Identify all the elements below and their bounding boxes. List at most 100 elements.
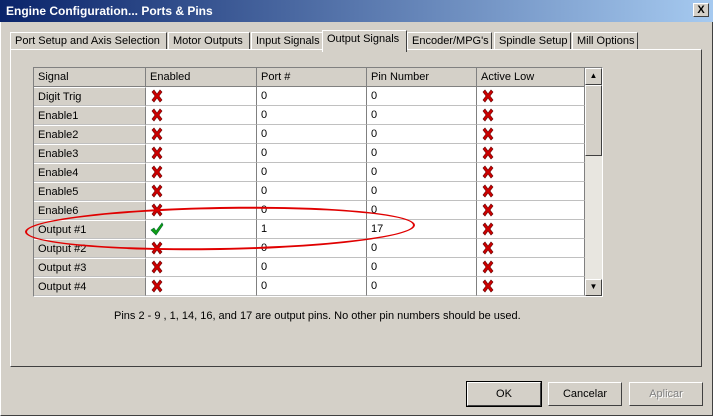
active-low-cell[interactable] bbox=[477, 125, 585, 144]
table-row[interactable]: Enable5 0 0 bbox=[34, 182, 585, 201]
pin-number-cell[interactable]: 0 bbox=[367, 87, 477, 106]
pin-number-cell[interactable]: 0 bbox=[367, 201, 477, 220]
enabled-cell[interactable] bbox=[146, 87, 257, 106]
signal-cell[interactable]: Output #1 bbox=[34, 220, 146, 239]
signal-cell[interactable]: Enable1 bbox=[34, 106, 146, 125]
table-row[interactable]: Enable4 0 0 bbox=[34, 163, 585, 182]
red-x-icon[interactable] bbox=[481, 260, 495, 274]
red-x-icon[interactable] bbox=[481, 279, 495, 293]
active-low-cell[interactable] bbox=[477, 87, 585, 106]
port-cell[interactable]: 0 bbox=[257, 239, 367, 258]
enabled-cell[interactable] bbox=[146, 258, 257, 277]
red-x-icon[interactable] bbox=[481, 89, 495, 103]
signal-cell[interactable]: Output #2 bbox=[34, 239, 146, 258]
red-x-icon[interactable] bbox=[150, 260, 164, 274]
enabled-cell[interactable] bbox=[146, 201, 257, 220]
pin-number-cell[interactable]: 17 bbox=[367, 220, 477, 239]
tab-input-signals[interactable]: Input Signals bbox=[251, 32, 323, 50]
active-low-cell[interactable] bbox=[477, 182, 585, 201]
enabled-cell[interactable] bbox=[146, 182, 257, 201]
signal-cell[interactable]: Digit Trig bbox=[34, 87, 146, 106]
port-cell[interactable]: 0 bbox=[257, 182, 367, 201]
red-x-icon[interactable] bbox=[150, 241, 164, 255]
port-cell[interactable]: 0 bbox=[257, 201, 367, 220]
close-button[interactable]: X bbox=[693, 3, 709, 17]
signal-cell[interactable]: Enable4 bbox=[34, 163, 146, 182]
port-cell[interactable]: 0 bbox=[257, 277, 367, 296]
enabled-cell[interactable] bbox=[146, 144, 257, 163]
tab-motor-outputs[interactable]: Motor Outputs bbox=[168, 32, 250, 50]
enabled-cell[interactable] bbox=[146, 125, 257, 144]
column-header-signal[interactable]: Signal bbox=[34, 68, 146, 87]
output-signals-grid[interactable]: Signal Enabled Port # Pin Number Active … bbox=[33, 67, 603, 297]
red-x-icon[interactable] bbox=[481, 127, 495, 141]
column-header-active-low[interactable]: Active Low bbox=[477, 68, 585, 87]
enabled-cell[interactable] bbox=[146, 220, 257, 239]
red-x-icon[interactable] bbox=[481, 184, 495, 198]
tab-port-setup[interactable]: Port Setup and Axis Selection bbox=[10, 32, 167, 50]
red-x-icon[interactable] bbox=[481, 222, 495, 236]
green-check-icon[interactable] bbox=[150, 222, 164, 236]
column-header-pin-number[interactable]: Pin Number bbox=[367, 68, 477, 87]
enabled-cell[interactable] bbox=[146, 106, 257, 125]
red-x-icon[interactable] bbox=[150, 165, 164, 179]
active-low-cell[interactable] bbox=[477, 144, 585, 163]
table-row[interactable]: Enable3 0 0 bbox=[34, 144, 585, 163]
signal-cell[interactable]: Output #3 bbox=[34, 258, 146, 277]
red-x-icon[interactable] bbox=[150, 89, 164, 103]
port-cell[interactable]: 0 bbox=[257, 87, 367, 106]
table-row[interactable]: Enable2 0 0 bbox=[34, 125, 585, 144]
column-header-port[interactable]: Port # bbox=[257, 68, 367, 87]
red-x-icon[interactable] bbox=[481, 108, 495, 122]
active-low-cell[interactable] bbox=[477, 106, 585, 125]
signal-cell[interactable]: Enable5 bbox=[34, 182, 146, 201]
tab-mill-options[interactable]: Mill Options bbox=[572, 32, 638, 50]
column-header-enabled[interactable]: Enabled bbox=[146, 68, 257, 87]
table-row[interactable]: Enable6 0 0 bbox=[34, 201, 585, 220]
enabled-cell[interactable] bbox=[146, 277, 257, 296]
red-x-icon[interactable] bbox=[481, 165, 495, 179]
tab-output-signals[interactable]: Output Signals bbox=[322, 30, 407, 52]
active-low-cell[interactable] bbox=[477, 220, 585, 239]
pin-number-cell[interactable]: 0 bbox=[367, 277, 477, 296]
scroll-thumb[interactable] bbox=[585, 85, 602, 156]
pin-number-cell[interactable]: 0 bbox=[367, 106, 477, 125]
port-cell[interactable]: 0 bbox=[257, 163, 367, 182]
port-cell[interactable]: 0 bbox=[257, 144, 367, 163]
signal-cell[interactable]: Enable3 bbox=[34, 144, 146, 163]
enabled-cell[interactable] bbox=[146, 239, 257, 258]
table-row[interactable]: Digit Trig 0 0 bbox=[34, 87, 585, 106]
scroll-down-arrow-icon[interactable]: ▼ bbox=[585, 279, 602, 296]
active-low-cell[interactable] bbox=[477, 239, 585, 258]
port-cell[interactable]: 0 bbox=[257, 125, 367, 144]
pin-number-cell[interactable]: 0 bbox=[367, 144, 477, 163]
port-cell[interactable]: 1 bbox=[257, 220, 367, 239]
pin-number-cell[interactable]: 0 bbox=[367, 125, 477, 144]
pin-number-cell[interactable]: 0 bbox=[367, 182, 477, 201]
pin-number-cell[interactable]: 0 bbox=[367, 239, 477, 258]
scroll-up-arrow-icon[interactable]: ▲ bbox=[585, 68, 602, 85]
signal-cell[interactable]: Enable6 bbox=[34, 201, 146, 220]
port-cell[interactable]: 0 bbox=[257, 258, 367, 277]
active-low-cell[interactable] bbox=[477, 201, 585, 220]
port-cell[interactable]: 0 bbox=[257, 106, 367, 125]
red-x-icon[interactable] bbox=[150, 279, 164, 293]
table-row[interactable]: Output #3 0 0 bbox=[34, 258, 585, 277]
red-x-icon[interactable] bbox=[150, 203, 164, 217]
tab-spindle-setup[interactable]: Spindle Setup bbox=[494, 32, 571, 50]
pin-number-cell[interactable]: 0 bbox=[367, 163, 477, 182]
red-x-icon[interactable] bbox=[150, 146, 164, 160]
red-x-icon[interactable] bbox=[481, 146, 495, 160]
enabled-cell[interactable] bbox=[146, 163, 257, 182]
cancel-button[interactable]: Cancelar bbox=[548, 382, 622, 406]
apply-button[interactable]: Aplicar bbox=[629, 382, 703, 406]
red-x-icon[interactable] bbox=[150, 184, 164, 198]
active-low-cell[interactable] bbox=[477, 163, 585, 182]
pin-number-cell[interactable]: 0 bbox=[367, 258, 477, 277]
table-row[interactable]: Output #1 1 17 bbox=[34, 220, 585, 239]
signal-cell[interactable]: Enable2 bbox=[34, 125, 146, 144]
ok-button[interactable]: OK bbox=[466, 381, 542, 407]
red-x-icon[interactable] bbox=[150, 108, 164, 122]
table-row[interactable]: Output #2 0 0 bbox=[34, 239, 585, 258]
red-x-icon[interactable] bbox=[481, 241, 495, 255]
